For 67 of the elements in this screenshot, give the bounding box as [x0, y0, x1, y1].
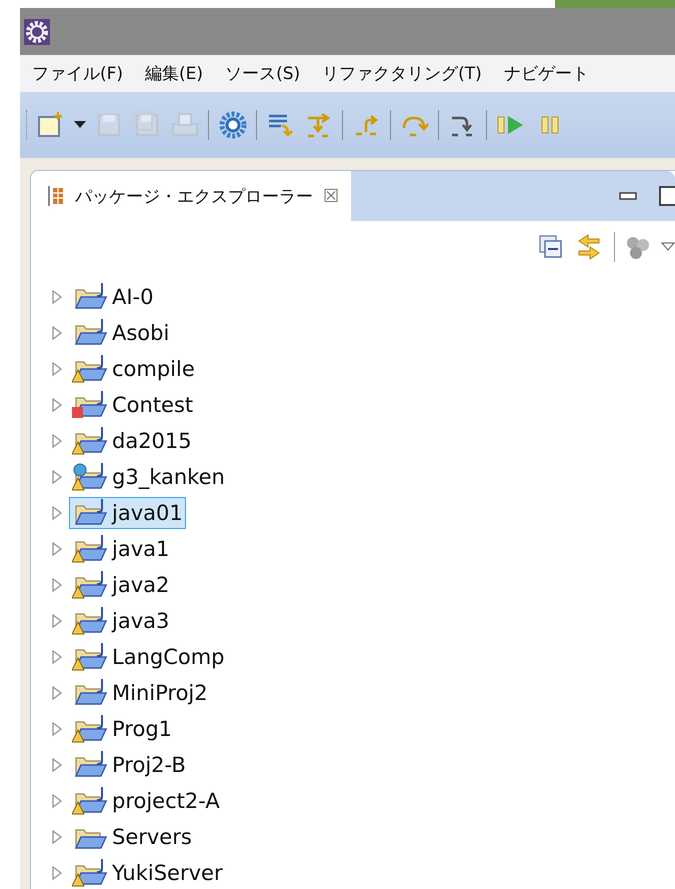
- expand-arrow-icon[interactable]: [51, 290, 63, 304]
- project-item[interactable]: project2-A: [69, 785, 223, 817]
- menu-item[interactable]: ファイル(F): [32, 62, 124, 85]
- project-item[interactable]: g3_kanken: [69, 461, 228, 493]
- expand-arrow-icon[interactable]: [51, 614, 63, 628]
- project-name: java3: [112, 609, 170, 633]
- menu-item[interactable]: 編集(E): [145, 62, 204, 85]
- expand-arrow-icon[interactable]: [51, 794, 63, 808]
- project-item[interactable]: MiniProj2: [69, 677, 211, 709]
- project-name: project2-A: [112, 789, 220, 813]
- circles-icon[interactable]: [625, 234, 651, 260]
- project-name: YukiServer: [112, 861, 223, 885]
- project-item[interactable]: java2: [69, 569, 172, 601]
- project-item[interactable]: AI-0: [69, 281, 156, 313]
- project-item[interactable]: java01: [69, 497, 186, 529]
- project-item[interactable]: java1: [69, 533, 172, 565]
- project-name: LangComp: [112, 645, 225, 669]
- menu-item[interactable]: ナビゲート: [504, 62, 589, 85]
- project-item[interactable]: Prog1: [69, 713, 176, 745]
- view-title: パッケージ・エクスプローラー: [75, 186, 313, 208]
- project-name: da2015: [112, 429, 192, 453]
- expand-arrow-icon[interactable]: [51, 866, 63, 880]
- project-item[interactable]: YukiServer: [69, 857, 226, 889]
- gear-icon[interactable]: [218, 110, 248, 140]
- expand-arrow-icon[interactable]: [51, 326, 63, 340]
- project-item[interactable]: Proj2-B: [69, 749, 189, 781]
- project-item[interactable]: Asobi: [69, 317, 172, 349]
- expand-arrow-icon[interactable]: [51, 470, 63, 484]
- expand-arrow-icon[interactable]: [51, 398, 63, 412]
- gear-icon[interactable]: [24, 18, 50, 44]
- expand-arrow-icon[interactable]: [51, 506, 63, 520]
- project-name: compile: [112, 357, 195, 381]
- project-name: java2: [112, 573, 170, 597]
- close-button[interactable]: ☒: [323, 186, 340, 206]
- view-menu-icon[interactable]: [661, 242, 675, 252]
- project-name: Asobi: [112, 321, 170, 345]
- project-item[interactable]: Servers: [69, 821, 195, 853]
- expand-arrow-icon[interactable]: [51, 650, 63, 664]
- project-name: java01: [112, 501, 183, 525]
- minimize-icon[interactable]: [619, 191, 637, 201]
- project-item[interactable]: da2015: [69, 425, 195, 457]
- package-icon: [47, 185, 65, 207]
- project-item[interactable]: java3: [69, 605, 172, 637]
- project-name: Servers: [112, 825, 192, 849]
- expand-arrow-icon[interactable]: [51, 686, 63, 700]
- project-name: g3_kanken: [112, 465, 225, 489]
- caret-icon[interactable]: [74, 121, 86, 129]
- maximize-icon[interactable]: [659, 185, 675, 207]
- expand-arrow-icon[interactable]: [51, 758, 63, 772]
- collapse-all-icon[interactable]: [538, 234, 564, 260]
- project-item[interactable]: Contest: [69, 389, 196, 421]
- expand-arrow-icon[interactable]: [51, 542, 63, 556]
- expand-arrow-icon[interactable]: [51, 722, 63, 736]
- menu-item[interactable]: ソース(S): [225, 62, 300, 85]
- expand-arrow-icon[interactable]: [51, 434, 63, 448]
- project-name: java1: [112, 537, 170, 561]
- expand-arrow-icon[interactable]: [51, 830, 63, 844]
- project-name: Proj2-B: [112, 753, 186, 777]
- project-item[interactable]: LangComp: [69, 641, 228, 673]
- project-name: Prog1: [112, 717, 172, 741]
- expand-arrow-icon[interactable]: [51, 578, 63, 592]
- project-item[interactable]: compile: [69, 353, 198, 385]
- project-name: MiniProj2: [112, 681, 208, 705]
- project-name: Contest: [112, 393, 194, 417]
- project-name: AI-0: [112, 285, 154, 309]
- menu-item[interactable]: リファクタリング(T): [322, 62, 482, 85]
- expand-arrow-icon[interactable]: [51, 362, 63, 376]
